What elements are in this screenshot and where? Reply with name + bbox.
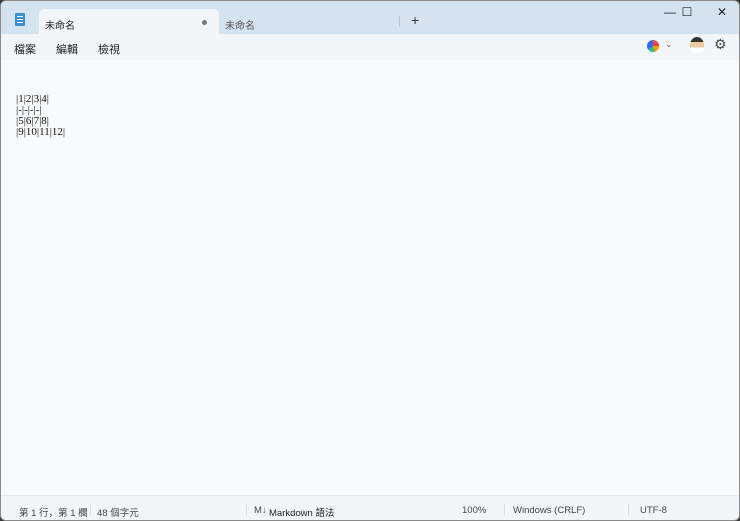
- close-button[interactable]: ✕: [705, 5, 739, 23]
- character-count: 48 個字元: [97, 508, 139, 519]
- notepad-window: 未命名 未命名 + — ☐ ✕ 檔案 編輯 檢視 ⌄ ⚙ |1|2|3|4| |…: [0, 0, 740, 521]
- menu-view[interactable]: 檢視: [98, 41, 120, 57]
- settings-gear-icon[interactable]: ⚙: [714, 36, 727, 53]
- title-bar: 未命名 未命名 + — ☐ ✕: [1, 1, 739, 34]
- zoom-level[interactable]: 100%: [462, 505, 486, 516]
- tab-untitled-1[interactable]: 未命名: [39, 9, 219, 34]
- tab-label: 未命名: [45, 21, 75, 32]
- copilot-icon[interactable]: [647, 40, 659, 52]
- menu-file[interactable]: 檔案: [14, 41, 36, 57]
- tab-label: 未命名: [225, 21, 255, 32]
- maximize-button[interactable]: ☐: [670, 5, 704, 23]
- divider: [628, 504, 629, 516]
- text-line: |9|10|11|12|: [16, 126, 66, 138]
- divider: [246, 504, 247, 516]
- divider: [90, 504, 91, 516]
- new-tab-button[interactable]: +: [411, 12, 419, 28]
- markdown-toggle[interactable]: Markdown 語法: [269, 505, 334, 519]
- notepad-app-icon: [15, 13, 25, 26]
- divider: [504, 504, 505, 516]
- text-editor[interactable]: |1|2|3|4| |-|-|-|-| |5|6|7|8| |9|10|11|1…: [1, 60, 739, 495]
- avatar[interactable]: [690, 37, 704, 53]
- markdown-icon: M↓: [254, 505, 267, 516]
- menu-bar: 檔案 編輯 檢視: [1, 34, 739, 60]
- encoding[interactable]: UTF-8: [640, 505, 667, 516]
- tab-untitled-2[interactable]: 未命名: [219, 9, 399, 34]
- line-ending[interactable]: Windows (CRLF): [513, 505, 585, 516]
- menu-edit[interactable]: 編輯: [56, 41, 78, 57]
- unsaved-dot-icon: [202, 20, 207, 25]
- chevron-down-icon[interactable]: ⌄: [665, 39, 673, 50]
- status-bar: 第 1 行，第 1 欄 48 個字元 M↓ Markdown 語法 100% W…: [1, 495, 739, 520]
- cursor-position[interactable]: 第 1 行，第 1 欄: [19, 505, 88, 519]
- tab-divider: [399, 16, 400, 27]
